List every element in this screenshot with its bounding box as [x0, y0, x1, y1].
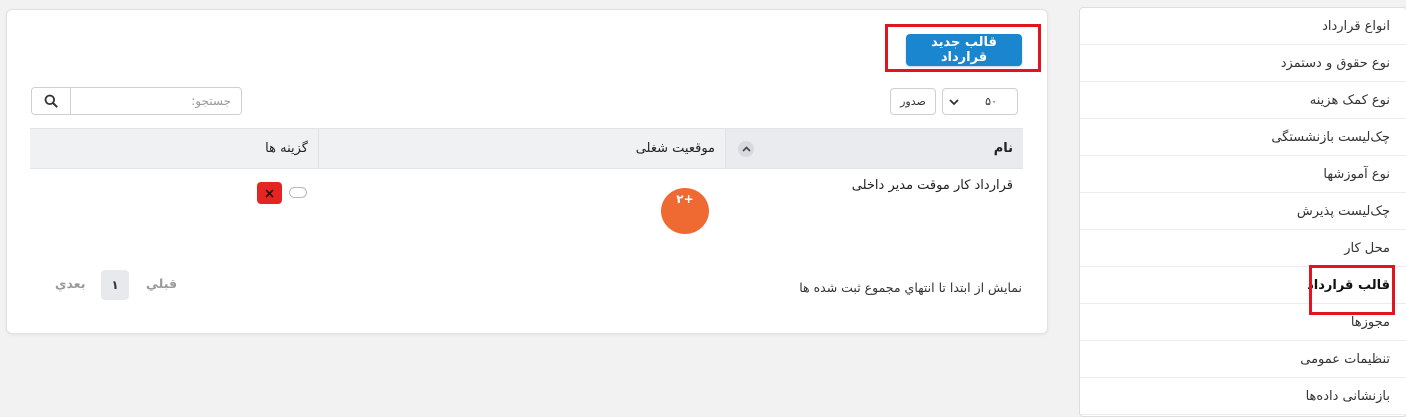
- search-input[interactable]: [71, 88, 241, 114]
- column-header-position[interactable]: موقعیت شغلی: [318, 129, 725, 168]
- column-name-label: نام: [993, 141, 1013, 156]
- pagination-previous[interactable]: قبلي: [146, 276, 177, 291]
- table-row-name: قرارداد کار موقت مدیر داخلی: [851, 178, 1013, 193]
- chevron-down-icon: [949, 98, 959, 105]
- table-header: گزینه ها موقعیت شغلی نام: [30, 128, 1023, 169]
- delete-button[interactable]: [257, 182, 282, 204]
- column-position-label: موقعیت شغلی: [635, 141, 715, 156]
- sidebar-item-onboarding-checklist[interactable]: چک‌لیست پذیرش: [1080, 193, 1406, 230]
- sidebar-item-contract-types[interactable]: انواع قرارداد: [1080, 8, 1406, 45]
- sort-icon[interactable]: [738, 140, 754, 157]
- table-info: نمایش از ابتدا تا انتهاي مجموع ثبت شده ه…: [799, 280, 1022, 295]
- sidebar-item-salary-types[interactable]: نوع حقوق و دستمزد: [1080, 45, 1406, 82]
- pagination-next[interactable]: بعدي: [55, 276, 85, 291]
- export-button[interactable]: صدور: [890, 88, 936, 115]
- page-number-label: ۱: [111, 278, 119, 292]
- position-count-badge[interactable]: ۲+: [661, 188, 709, 234]
- settings-sidebar: انواع قرارداد نوع حقوق و دستمزد نوع کمک …: [1079, 7, 1406, 417]
- column-header-options: گزینه ها: [30, 129, 318, 168]
- column-header-name[interactable]: نام: [725, 129, 1023, 168]
- column-options-label: گزینه ها: [265, 141, 308, 156]
- status-toggle[interactable]: [289, 187, 307, 198]
- page-length-value: ۵۰: [985, 95, 997, 108]
- position-count-text: ۲+: [676, 192, 694, 206]
- sidebar-item-general-settings[interactable]: تنظیمات عمومی: [1080, 341, 1406, 378]
- close-icon: [265, 188, 274, 198]
- sidebar-item-training-types[interactable]: نوع آموزشها: [1080, 156, 1406, 193]
- new-contract-template-button[interactable]: قالب جدید قرارداد: [906, 34, 1022, 66]
- search-box: [31, 87, 242, 115]
- export-label: صدور: [900, 95, 926, 108]
- sidebar-item-contract-template[interactable]: قالب قرارداد: [1080, 267, 1406, 304]
- page-length-select[interactable]: ۵۰: [942, 88, 1018, 115]
- sidebar-item-permissions[interactable]: مجوزها: [1080, 304, 1406, 341]
- sidebar-item-workplace[interactable]: محل کار: [1080, 230, 1406, 267]
- sidebar-item-reset-data[interactable]: بازنشانی داده‌ها: [1080, 378, 1406, 415]
- sidebar-item-allowance-types[interactable]: نوع کمک هزینه: [1080, 82, 1406, 119]
- search-button[interactable]: [32, 88, 71, 114]
- sidebar-item-retirement-checklist[interactable]: چک‌لیست بازنشستگی: [1080, 119, 1406, 156]
- pagination-page-1[interactable]: ۱: [101, 270, 129, 300]
- search-icon: [44, 94, 58, 108]
